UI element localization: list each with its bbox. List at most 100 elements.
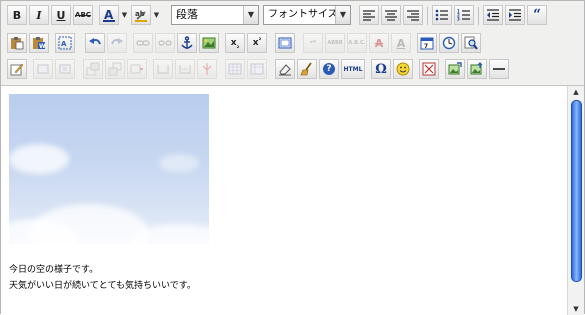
clock-icon xyxy=(442,36,456,50)
insert-date-button[interactable]: 7 xyxy=(417,33,437,53)
insert-row-button[interactable] xyxy=(127,59,147,79)
bullet-list-button[interactable] xyxy=(432,5,452,25)
file-manager-icon xyxy=(470,62,483,75)
horizontal-rule-button[interactable] xyxy=(489,59,509,79)
select-all-button[interactable]: A xyxy=(55,33,75,53)
ins-button[interactable]: A xyxy=(391,33,411,53)
scroll-up-icon[interactable]: ▲ xyxy=(568,86,584,98)
help-button[interactable]: ? xyxy=(319,59,339,79)
cleanup-button[interactable] xyxy=(297,59,317,79)
media-button[interactable] xyxy=(419,59,439,79)
anchor-button[interactable] xyxy=(177,33,197,53)
pagebreak-icon xyxy=(179,65,191,74)
split-icon xyxy=(202,63,212,75)
paste-text-icon xyxy=(11,37,24,50)
align-right-icon xyxy=(407,10,419,21)
table-button[interactable] xyxy=(225,59,245,79)
indent-button[interactable] xyxy=(505,5,525,25)
nonbreaking-button[interactable] xyxy=(153,59,173,79)
background-color-dropdown-icon[interactable]: ▼ xyxy=(152,5,161,25)
align-right-button[interactable] xyxy=(403,5,423,25)
absolute-button[interactable] xyxy=(55,59,75,79)
html-source-button[interactable]: HTML xyxy=(341,59,365,79)
font-size-select[interactable]: フォントサイズ ▼ xyxy=(263,5,351,25)
background-color-button[interactable]: ab xyxy=(131,5,151,25)
text-color-dropdown-icon[interactable]: ▼ xyxy=(120,5,129,25)
file-manager-button[interactable] xyxy=(467,59,487,79)
toolbar-separator xyxy=(427,7,428,25)
frame-icon xyxy=(278,37,292,49)
edit-css-button[interactable] xyxy=(7,59,27,79)
link-icon xyxy=(136,40,150,46)
bold-button[interactable]: B xyxy=(7,5,27,25)
undo-icon xyxy=(89,38,101,45)
table-props-icon xyxy=(250,63,264,75)
outdent-icon xyxy=(487,9,499,21)
align-center-button[interactable] xyxy=(381,5,401,25)
content-paragraph-1: 今日の空の様子です。 xyxy=(9,265,99,275)
broom-icon xyxy=(300,62,312,76)
sky-photo[interactable] xyxy=(9,94,209,244)
layer-icon xyxy=(37,64,49,74)
emoticons-button[interactable] xyxy=(393,59,413,79)
abbr-button[interactable]: ABBR xyxy=(325,33,345,53)
special-char-button[interactable]: Ω xyxy=(371,59,391,79)
cite-button[interactable]: ❝❞ xyxy=(303,33,323,53)
media-icon xyxy=(422,62,436,76)
horizontal-rule-icon xyxy=(493,68,505,70)
select-all-icon: A xyxy=(58,36,72,50)
scroll-down-icon[interactable]: ▼ xyxy=(568,303,584,315)
remove-format-button[interactable] xyxy=(275,59,295,79)
unlink-button[interactable] xyxy=(155,33,175,53)
subscript-button[interactable]: x₂ xyxy=(225,33,245,53)
svg-text:A: A xyxy=(104,8,114,22)
text-color-icon: A xyxy=(103,8,115,22)
paste-text-button[interactable] xyxy=(7,33,27,53)
redo-button[interactable] xyxy=(107,33,127,53)
nonbreaking-icon xyxy=(157,65,169,74)
table-properties-button[interactable] xyxy=(247,59,267,79)
underline-label: U xyxy=(56,8,66,22)
eraser-icon xyxy=(279,64,291,76)
numbered-list-button[interactable]: 123 xyxy=(454,5,474,25)
ins-icon: A xyxy=(396,36,406,50)
pencil-icon xyxy=(10,63,24,76)
superscript-button[interactable]: x² xyxy=(247,33,267,53)
strikethrough-button[interactable]: ABC xyxy=(73,5,93,25)
block-format-select[interactable]: 段落 ▼ xyxy=(171,5,259,25)
align-left-button[interactable] xyxy=(359,5,379,25)
underline-button[interactable]: U xyxy=(51,5,71,25)
scrollbar-thumb[interactable] xyxy=(571,100,582,282)
insert-image-button[interactable] xyxy=(199,33,219,53)
block-format-value: 段落 xyxy=(176,8,198,21)
font-size-value: フォントサイズ xyxy=(268,9,338,20)
image-manager-button[interactable] xyxy=(445,59,465,79)
image-icon xyxy=(202,37,216,49)
insert-time-button[interactable] xyxy=(439,33,459,53)
blockquote-button[interactable]: “ xyxy=(527,5,547,25)
preview-button[interactable] xyxy=(461,33,481,53)
paste-word-button[interactable]: W xyxy=(29,33,49,53)
acronym-button[interactable]: A.B.C. xyxy=(347,33,367,53)
horizontal-box-button[interactable] xyxy=(275,33,295,53)
cite-icon: ❝❞ xyxy=(309,39,317,47)
move-backward-button[interactable] xyxy=(105,59,125,79)
numbered-list-icon: 123 xyxy=(457,9,470,21)
text-color-button[interactable]: A xyxy=(99,5,119,25)
del-button[interactable]: A xyxy=(369,33,389,53)
del-icon: A xyxy=(374,36,384,50)
insert-layer-button[interactable] xyxy=(33,59,53,79)
split-cells-button[interactable] xyxy=(197,59,217,79)
outdent-button[interactable] xyxy=(483,5,503,25)
unlink-icon xyxy=(158,40,172,46)
undo-button[interactable] xyxy=(85,33,105,53)
pagebreak-button[interactable] xyxy=(175,59,195,79)
editor-content-area[interactable]: 今日の空の様子です。 天気がいい日が続いてとても気持ちいいです。 xyxy=(1,86,567,315)
calendar-icon: 7 xyxy=(420,37,434,50)
link-button[interactable] xyxy=(133,33,153,53)
move-forward-button[interactable] xyxy=(83,59,103,79)
table-icon xyxy=(228,63,242,75)
chevron-down-icon: ▼ xyxy=(335,6,350,24)
italic-button[interactable]: I xyxy=(29,5,49,25)
vertical-scrollbar[interactable]: ▲ ▼ xyxy=(567,86,584,315)
